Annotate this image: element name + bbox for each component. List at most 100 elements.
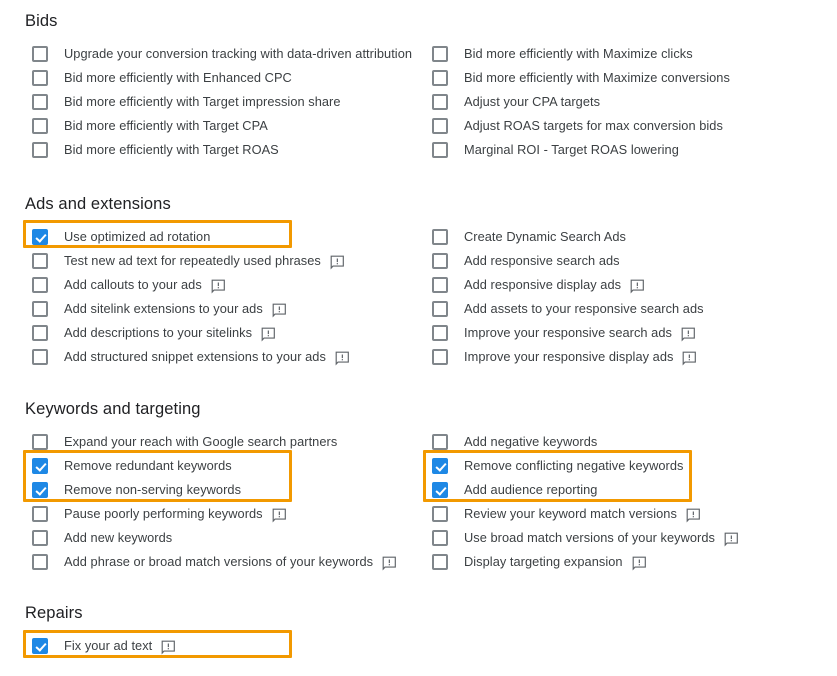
checkbox-unchecked[interactable] — [432, 277, 448, 293]
checkbox-unchecked[interactable] — [32, 118, 48, 134]
checklist-row-bids-left-1[interactable]: Bid more efficiently with Enhanced CPC — [32, 66, 412, 90]
checklist-row-keywords-and-targeting-left-1[interactable]: Remove redundant keywords — [32, 454, 397, 478]
checklist-row-bids-right-0[interactable]: Bid more efficiently with Maximize click… — [432, 42, 730, 66]
checklist-row-ads-and-extensions-right-3[interactable]: Add assets to your responsive search ads — [432, 297, 704, 321]
callout-alert-icon — [382, 556, 397, 571]
row-label: Adjust ROAS targets for max conversion b… — [464, 118, 723, 133]
checkbox-unchecked[interactable] — [32, 142, 48, 158]
checkbox-checked[interactable] — [432, 482, 448, 498]
checkbox-unchecked[interactable] — [432, 434, 448, 450]
checkbox-unchecked[interactable] — [432, 253, 448, 269]
callout-alert-icon — [724, 532, 739, 547]
callout-alert-icon — [261, 327, 276, 342]
checklist-row-keywords-and-targeting-left-5[interactable]: Add phrase or broad match versions of yo… — [32, 550, 397, 574]
checkbox-unchecked[interactable] — [432, 301, 448, 317]
row-label: Add phrase or broad match versions of yo… — [64, 554, 374, 569]
row-label: Marginal ROI - Target ROAS lowering — [464, 142, 679, 157]
checkbox-unchecked[interactable] — [432, 70, 448, 86]
checkbox-unchecked[interactable] — [432, 506, 448, 522]
checkbox-unchecked[interactable] — [32, 506, 48, 522]
row-label: Bid more efficiently with Maximize conve… — [464, 70, 730, 85]
recommendations-checklist-page: Bids Upgrade your conversion tracking wi… — [0, 0, 837, 676]
row-label: Fix your ad text — [64, 638, 153, 653]
row-label: Remove non-serving keywords — [64, 482, 242, 497]
row-label: Remove redundant keywords — [64, 458, 232, 473]
checklist-row-keywords-and-targeting-right-4[interactable]: Use broad match versions of your keyword… — [432, 526, 739, 550]
checklist-row-keywords-and-targeting-right-3[interactable]: Review your keyword match versions — [432, 502, 739, 526]
callout-alert-icon — [335, 351, 350, 366]
checklist-row-ads-and-extensions-left-4[interactable]: Add descriptions to your sitelinks — [32, 321, 350, 345]
row-label: Add sitelink extensions to your ads — [64, 301, 263, 316]
checklist-row-keywords-and-targeting-right-2[interactable]: Add audience reporting — [432, 478, 739, 502]
checklist-row-ads-and-extensions-right-1[interactable]: Add responsive search ads — [432, 249, 704, 273]
checkbox-checked[interactable] — [32, 229, 48, 245]
checkbox-checked[interactable] — [32, 482, 48, 498]
row-label: Create Dynamic Search Ads — [464, 229, 626, 244]
row-label: Remove conflicting negative keywords — [464, 458, 684, 473]
row-label: Add responsive search ads — [464, 253, 620, 268]
checklist-row-keywords-and-targeting-left-2[interactable]: Remove non-serving keywords — [32, 478, 397, 502]
checklist-row-keywords-and-targeting-right-1[interactable]: Remove conflicting negative keywords — [432, 454, 739, 478]
checkbox-unchecked[interactable] — [432, 349, 448, 365]
checkbox-unchecked[interactable] — [432, 229, 448, 245]
checklist-row-bids-right-1[interactable]: Bid more efficiently with Maximize conve… — [432, 66, 730, 90]
checkbox-unchecked[interactable] — [32, 46, 48, 62]
checkbox-unchecked[interactable] — [32, 94, 48, 110]
checkbox-unchecked[interactable] — [32, 277, 48, 293]
callout-alert-icon — [211, 279, 226, 294]
checklist-row-ads-and-extensions-right-4[interactable]: Improve your responsive search ads — [432, 321, 704, 345]
checkbox-unchecked[interactable] — [32, 434, 48, 450]
callout-alert-icon — [272, 508, 287, 523]
checklist-row-ads-and-extensions-left-3[interactable]: Add sitelink extensions to your ads — [32, 297, 350, 321]
checklist-row-ads-and-extensions-right-2[interactable]: Add responsive display ads — [432, 273, 704, 297]
checkbox-unchecked[interactable] — [432, 142, 448, 158]
row-label: Add callouts to your ads — [64, 277, 202, 292]
checklist-row-bids-left-3[interactable]: Bid more efficiently with Target CPA — [32, 114, 412, 138]
row-label: Add responsive display ads — [464, 277, 622, 292]
row-label: Adjust your CPA targets — [464, 94, 601, 109]
checkbox-unchecked[interactable] — [32, 530, 48, 546]
row-label: Bid more efficiently with Target ROAS — [64, 142, 279, 157]
checkbox-unchecked[interactable] — [432, 554, 448, 570]
checklist-row-repairs-left-0[interactable]: Fix your ad text — [32, 634, 176, 658]
checklist-row-ads-and-extensions-left-0[interactable]: Use optimized ad rotation — [32, 225, 350, 249]
checklist-row-bids-left-0[interactable]: Upgrade your conversion tracking with da… — [32, 42, 412, 66]
row-label: Add new keywords — [64, 530, 173, 545]
section-column-left-bids: Upgrade your conversion tracking with da… — [32, 42, 412, 162]
checkbox-unchecked[interactable] — [32, 70, 48, 86]
checkbox-unchecked[interactable] — [432, 118, 448, 134]
checkbox-unchecked[interactable] — [32, 349, 48, 365]
checklist-row-bids-left-2[interactable]: Bid more efficiently with Target impress… — [32, 90, 412, 114]
checklist-row-ads-and-extensions-left-5[interactable]: Add structured snippet extensions to you… — [32, 345, 350, 369]
checklist-row-keywords-and-targeting-right-5[interactable]: Display targeting expansion — [432, 550, 739, 574]
checkbox-unchecked[interactable] — [432, 94, 448, 110]
checklist-row-keywords-and-targeting-left-4[interactable]: Add new keywords — [32, 526, 397, 550]
checklist-row-keywords-and-targeting-left-0[interactable]: Expand your reach with Google search par… — [32, 430, 397, 454]
checkbox-unchecked[interactable] — [432, 530, 448, 546]
checklist-row-keywords-and-targeting-right-0[interactable]: Add negative keywords — [432, 430, 739, 454]
checklist-row-ads-and-extensions-left-2[interactable]: Add callouts to your ads — [32, 273, 350, 297]
checkbox-unchecked[interactable] — [432, 325, 448, 341]
checkbox-checked[interactable] — [432, 458, 448, 474]
checkbox-checked[interactable] — [32, 638, 48, 654]
checklist-row-bids-right-4[interactable]: Marginal ROI - Target ROAS lowering — [432, 138, 730, 162]
checklist-row-bids-left-4[interactable]: Bid more efficiently with Target ROAS — [32, 138, 412, 162]
checklist-row-keywords-and-targeting-left-3[interactable]: Pause poorly performing keywords — [32, 502, 397, 526]
checkbox-unchecked[interactable] — [32, 301, 48, 317]
row-label: Use broad match versions of your keyword… — [464, 530, 715, 545]
checklist-row-bids-right-3[interactable]: Adjust ROAS targets for max conversion b… — [432, 114, 730, 138]
checkbox-unchecked[interactable] — [432, 46, 448, 62]
checklist-row-ads-and-extensions-right-0[interactable]: Create Dynamic Search Ads — [432, 225, 704, 249]
row-label: Bid more efficiently with Target impress… — [64, 94, 341, 109]
checkbox-checked[interactable] — [32, 458, 48, 474]
checkbox-unchecked[interactable] — [32, 325, 48, 341]
checkbox-unchecked[interactable] — [32, 253, 48, 269]
row-label: Improve your responsive display ads — [464, 349, 674, 364]
checklist-row-ads-and-extensions-right-5[interactable]: Improve your responsive display ads — [432, 345, 704, 369]
section-title-repairs: Repairs — [25, 604, 83, 622]
section-title-ads-and-extensions: Ads and extensions — [25, 195, 171, 213]
checklist-row-ads-and-extensions-left-1[interactable]: Test new ad text for repeatedly used phr… — [32, 249, 350, 273]
row-label: Test new ad text for repeatedly used phr… — [64, 253, 321, 268]
checkbox-unchecked[interactable] — [32, 554, 48, 570]
checklist-row-bids-right-2[interactable]: Adjust your CPA targets — [432, 90, 730, 114]
